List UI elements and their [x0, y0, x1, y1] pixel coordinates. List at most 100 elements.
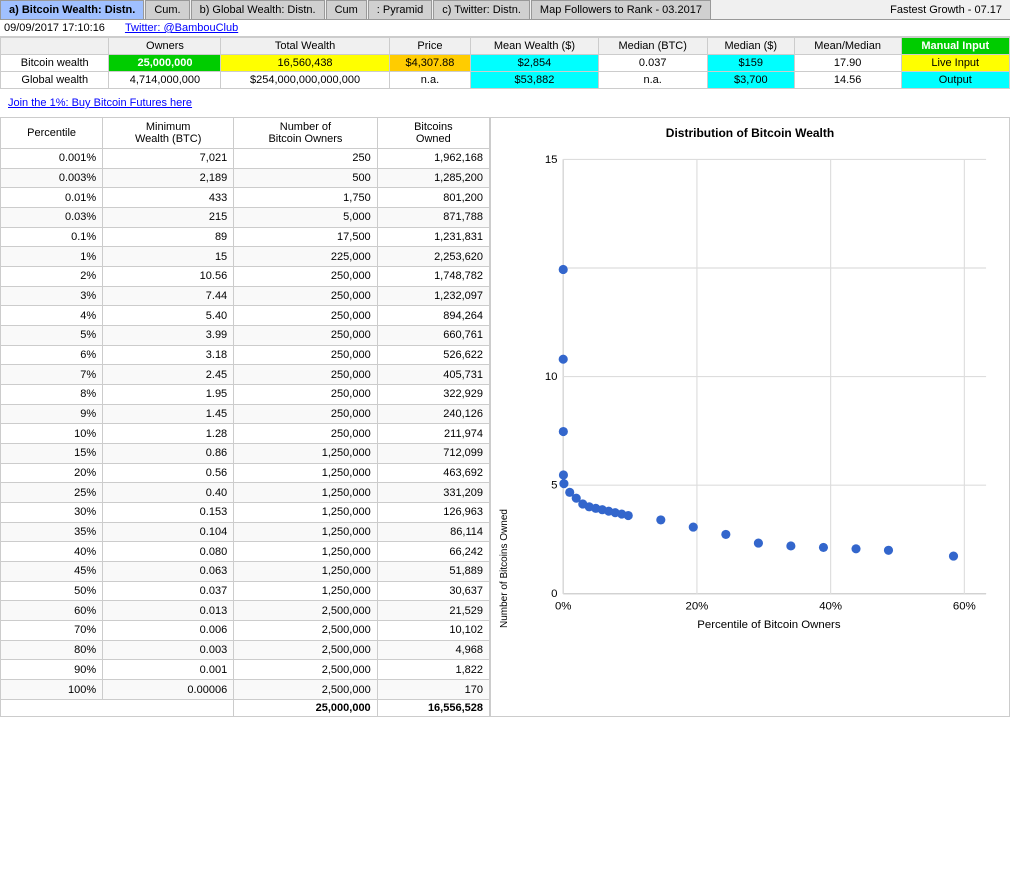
cell-num-owners: 2,500,000: [234, 621, 378, 641]
chart-container: Distribution of Bitcoin Wealth Number of…: [490, 117, 1010, 717]
tab-cum[interactable]: Cum: [326, 0, 367, 19]
table-row: 3% 7.44 250,000 1,232,097: [1, 286, 490, 306]
cell-min-wealth: 0.037: [103, 581, 234, 601]
chart-data-point: [851, 544, 860, 553]
cell-num-owners: 250,000: [234, 326, 378, 346]
chart-data-point: [689, 523, 698, 532]
chart-data-point: [786, 541, 795, 550]
cell-num-owners: 1,250,000: [234, 503, 378, 523]
chart-data-point: [884, 546, 893, 555]
cell-min-wealth: 0.013: [103, 601, 234, 621]
cell-btc-owned: 712,099: [377, 444, 489, 464]
tab-twitter[interactable]: c) Twitter: Distn.: [433, 0, 530, 19]
tab-bitcoin-wealth[interactable]: a) Bitcoin Wealth: Distn.: [0, 0, 144, 19]
join-link[interactable]: Join the 1%: Buy Bitcoin Futures here: [4, 93, 1006, 113]
info-row: 09/09/2017 17:10:16 Twitter: @BambouClub: [0, 20, 1010, 37]
cell-btc-owned: 322,929: [377, 385, 489, 405]
col-header-mean-median: Mean/Median: [794, 38, 901, 55]
col-header-median-btc: Median (BTC): [598, 38, 707, 55]
table-row: 5% 3.99 250,000 660,761: [1, 326, 490, 346]
bitcoin-median-usd: $159: [707, 55, 794, 72]
twitter-link[interactable]: Twitter: @BambouClub: [125, 22, 238, 34]
bitcoin-mean-wealth: $2,854: [471, 55, 598, 72]
global-wealth-row: Global wealth 4,714,000,000 $254,000,000…: [1, 72, 1010, 89]
cell-percentile: 80%: [1, 640, 103, 660]
cell-btc-owned: 1,232,097: [377, 286, 489, 306]
cell-num-owners: 250,000: [234, 385, 378, 405]
svg-text:20%: 20%: [686, 601, 709, 613]
cell-btc-owned: 871,788: [377, 208, 489, 228]
datetime: 09/09/2017 17:10:16: [4, 22, 105, 34]
summary-table: Owners Total Wealth Price Mean Wealth ($…: [0, 37, 1010, 89]
table-row: 0.01% 433 1,750 801,200: [1, 188, 490, 208]
chart-data-point: [819, 543, 828, 552]
cell-num-owners: 2,500,000: [234, 640, 378, 660]
svg-text:Percentile of Bitcoin Owners: Percentile of Bitcoin Owners: [697, 619, 841, 628]
tab-map[interactable]: Map Followers to Rank - 03.2017: [531, 0, 711, 19]
tab-pyramid[interactable]: : Pyramid: [368, 0, 432, 19]
table-row: 10% 1.28 250,000 211,974: [1, 424, 490, 444]
table-row: 0.03% 215 5,000 871,788: [1, 208, 490, 228]
cell-percentile: 1%: [1, 247, 103, 267]
cell-percentile: 100%: [1, 680, 103, 700]
cell-num-owners: 1,250,000: [234, 522, 378, 542]
tab-cumulative[interactable]: Cum.: [145, 0, 189, 19]
cell-min-wealth: 0.00006: [103, 680, 234, 700]
table-row: 45% 0.063 1,250,000 51,889: [1, 562, 490, 582]
chart-data-point: [754, 539, 763, 548]
chart-data-point: [656, 515, 665, 524]
cell-num-owners: 250,000: [234, 306, 378, 326]
col-header-price: Price: [389, 38, 471, 55]
data-table-header-row: Percentile MinimumWealth (BTC) Number of…: [1, 118, 490, 149]
cell-btc-owned: 331,209: [377, 483, 489, 503]
cell-percentile: 3%: [1, 286, 103, 306]
col-header-manual-input: Manual Input: [901, 38, 1009, 55]
chart-title: Distribution of Bitcoin Wealth: [499, 126, 1001, 140]
cell-num-owners: 1,250,000: [234, 444, 378, 464]
cell-percentile: 9%: [1, 404, 103, 424]
cell-percentile: 60%: [1, 601, 103, 621]
bitcoin-live-input: Live Input: [901, 55, 1009, 72]
header-tabs: a) Bitcoin Wealth: Distn. Cum. b) Global…: [0, 0, 1010, 20]
table-row: 1% 15 225,000 2,253,620: [1, 247, 490, 267]
join-link-container: Join the 1%: Buy Bitcoin Futures here: [0, 89, 1010, 117]
col-min-wealth: MinimumWealth (BTC): [103, 118, 234, 149]
cell-num-owners: 1,250,000: [234, 542, 378, 562]
chart-data-point: [624, 511, 633, 520]
cell-min-wealth: 1.28: [103, 424, 234, 444]
cell-percentile: 4%: [1, 306, 103, 326]
global-price: n.a.: [389, 72, 471, 89]
tab-global-wealth[interactable]: b) Global Wealth: Distn.: [191, 0, 325, 19]
total-btc: 16,556,528: [377, 700, 489, 717]
cell-num-owners: 2,500,000: [234, 660, 378, 680]
cell-num-owners: 250: [234, 149, 378, 169]
bitcoin-wealth-row: Bitcoin wealth 25,000,000 16,560,438 $4,…: [1, 55, 1010, 72]
global-wealth-label: Global wealth: [1, 72, 109, 89]
global-output: Output: [901, 72, 1009, 89]
cell-min-wealth: 1.45: [103, 404, 234, 424]
cell-percentile: 70%: [1, 621, 103, 641]
cell-min-wealth: 0.153: [103, 503, 234, 523]
svg-text:0%: 0%: [555, 601, 572, 613]
table-row: 40% 0.080 1,250,000 66,242: [1, 542, 490, 562]
cell-min-wealth: 7,021: [103, 149, 234, 169]
col-header-total-wealth: Total Wealth: [221, 38, 389, 55]
cell-btc-owned: 1,748,782: [377, 267, 489, 287]
cell-min-wealth: 89: [103, 227, 234, 247]
cell-min-wealth: 15: [103, 247, 234, 267]
cell-num-owners: 1,250,000: [234, 562, 378, 582]
chart-data-point: [559, 355, 568, 364]
cell-min-wealth: 1.95: [103, 385, 234, 405]
col-btc-owned: BitcoinsOwned: [377, 118, 489, 149]
cell-min-wealth: 0.080: [103, 542, 234, 562]
global-mean-median: 14.56: [794, 72, 901, 89]
table-row: 4% 5.40 250,000 894,264: [1, 306, 490, 326]
cell-btc-owned: 1,231,831: [377, 227, 489, 247]
cell-btc-owned: 86,114: [377, 522, 489, 542]
cell-btc-owned: 405,731: [377, 365, 489, 385]
cell-min-wealth: 2,189: [103, 168, 234, 188]
cell-percentile: 0.001%: [1, 149, 103, 169]
cell-min-wealth: 3.99: [103, 326, 234, 346]
fastest-growth-label: Fastest Growth - 07.17: [882, 1, 1010, 19]
distribution-table: Percentile MinimumWealth (BTC) Number of…: [0, 117, 490, 717]
